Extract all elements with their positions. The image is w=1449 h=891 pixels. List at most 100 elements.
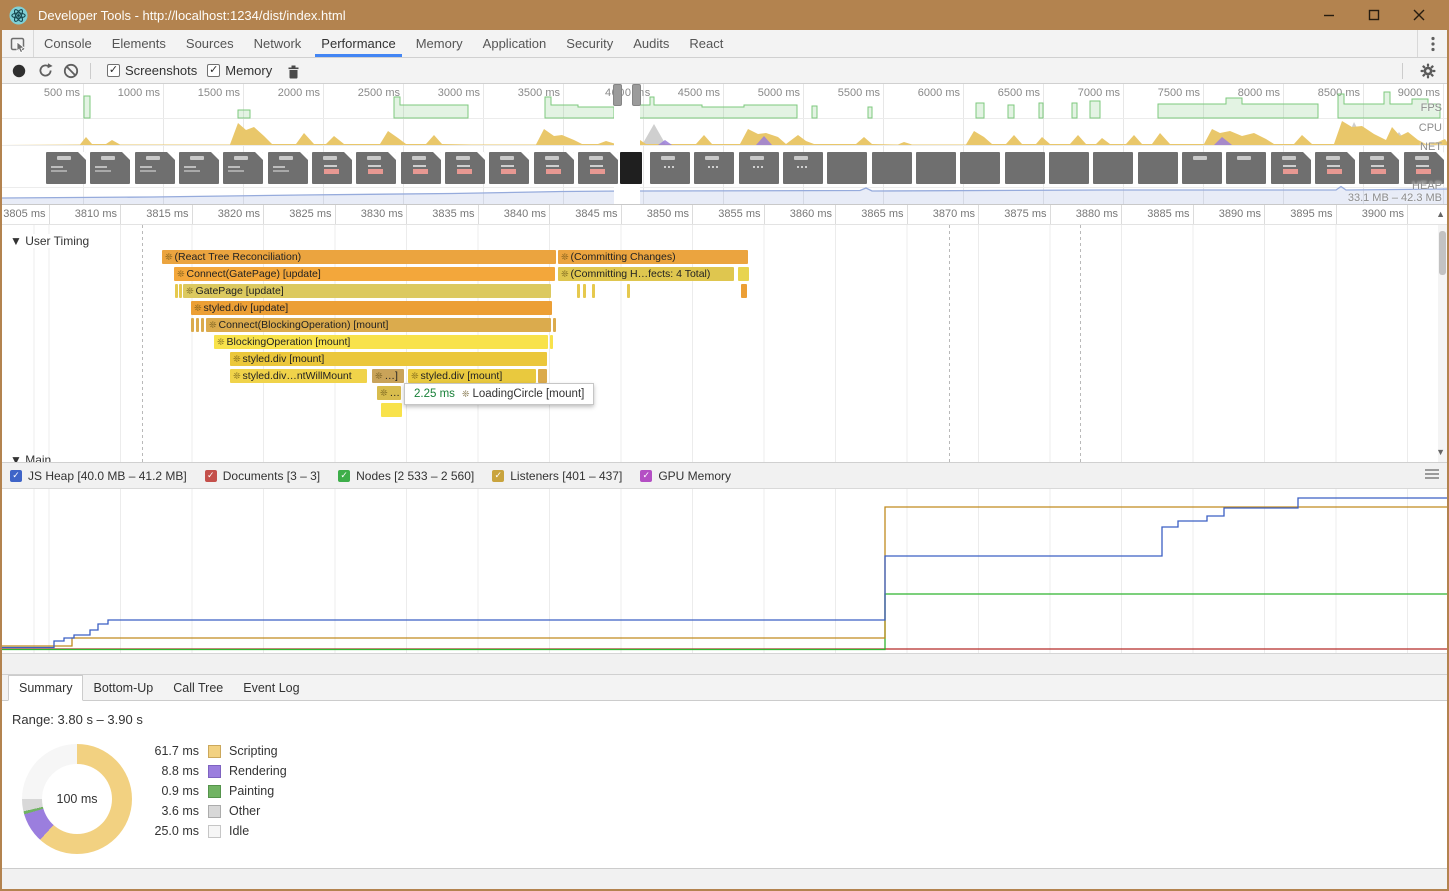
screenshot-thumbnail[interactable]: [872, 152, 912, 184]
screenshot-thumbnail[interactable]: [1226, 152, 1266, 184]
counter-toggle-documents[interactable]: ✓Documents [3 – 3]: [205, 469, 320, 483]
flame-bar[interactable]: ❊Connect(GatePage) [update]: [174, 267, 555, 281]
screenshot-thumbnail[interactable]: [356, 152, 396, 184]
screenshot-thumbnail[interactable]: [534, 152, 574, 184]
clear-button[interactable]: [58, 59, 84, 83]
flame-bar[interactable]: ❊styled.div…ntWillMount: [230, 369, 367, 383]
screenshot-thumbnail[interactable]: [1271, 152, 1311, 184]
counter-toggle-gpu[interactable]: ✓GPU Memory: [640, 469, 731, 483]
flame-bar[interactable]: ❊(React Tree Reconciliation): [162, 250, 556, 264]
screenshot-thumbnail[interactable]: [1138, 152, 1178, 184]
scroll-up-arrow[interactable]: ▲: [1436, 209, 1445, 219]
flame-bar[interactable]: ❊(Committing Changes): [558, 250, 748, 264]
screenshot-thumbnail[interactable]: [578, 152, 618, 184]
gear-icon[interactable]: [1415, 59, 1441, 83]
flame-bar[interactable]: ❊styled.div [update]: [191, 301, 552, 315]
devtools-menu-icon[interactable]: [1417, 30, 1447, 57]
screenshot-thumbnail[interactable]: [694, 152, 734, 184]
flamechart[interactable]: ▼ User Timing ❊(React Tree Reconciliatio…: [2, 225, 1447, 462]
screenshot-thumbnail[interactable]: [1182, 152, 1222, 184]
screenshot-thumbnail[interactable]: [827, 152, 867, 184]
detail-tab-bottom-up[interactable]: Bottom-Up: [83, 675, 163, 700]
trash-icon[interactable]: [280, 59, 306, 83]
counter-toggle-js[interactable]: ✓JS Heap [40.0 MB – 41.2 MB]: [10, 469, 187, 483]
flame-bar-sliver[interactable]: [175, 284, 178, 298]
screenshot-thumbnail[interactable]: [739, 152, 779, 184]
tab-network[interactable]: Network: [244, 30, 312, 57]
screenshot-thumbnail[interactable]: [223, 152, 263, 184]
record-button[interactable]: [6, 59, 32, 83]
maximize-button[interactable]: [1351, 0, 1396, 30]
tab-memory[interactable]: Memory: [406, 30, 473, 57]
scroll-down-arrow[interactable]: ▼: [1436, 447, 1445, 457]
flame-bar-sliver[interactable]: [201, 318, 204, 332]
flame-bar[interactable]: ❊styled.div [mount]: [230, 352, 547, 366]
screenshot-thumbnail[interactable]: [179, 152, 219, 184]
user-timing-section-header[interactable]: ▼ User Timing: [10, 234, 95, 248]
inspect-element-icon[interactable]: [2, 30, 34, 57]
screenshot-thumbnail[interactable]: [90, 152, 130, 184]
main-section-header[interactable]: ▼ Main: [10, 453, 51, 462]
tab-elements[interactable]: Elements: [102, 30, 176, 57]
screenshot-thumbnail[interactable]: [1093, 152, 1133, 184]
flamechart-ruler[interactable]: 3805 ms3810 ms3815 ms3820 ms3825 ms3830 …: [2, 205, 1447, 225]
flame-bar[interactable]: ❊GatePage [update]: [183, 284, 551, 298]
flame-bar-sliver[interactable]: [738, 267, 749, 281]
screenshot-thumbnail[interactable]: [1049, 152, 1089, 184]
flame-bar[interactable]: ❊…: [377, 386, 401, 400]
counter-checkbox[interactable]: ✓: [492, 470, 504, 482]
flame-bar[interactable]: ❊(Committing H…fects: 4 Total): [558, 267, 734, 281]
selection-right-handle[interactable]: [632, 84, 641, 106]
screenshot-thumbnail[interactable]: [916, 152, 956, 184]
screenshot-thumbnail[interactable]: [401, 152, 441, 184]
flame-bar-sliver[interactable]: [196, 318, 199, 332]
detail-tab-event-log[interactable]: Event Log: [233, 675, 309, 700]
flame-bar-sliver[interactable]: [627, 284, 630, 298]
screenshot-thumbnail[interactable]: [1005, 152, 1045, 184]
memory-checkbox[interactable]: ✓ Memory: [207, 63, 272, 78]
tab-console[interactable]: Console: [34, 30, 102, 57]
counter-toggle-nodes[interactable]: ✓Nodes [2 533 – 2 560]: [338, 469, 474, 483]
memory-chart[interactable]: [2, 489, 1447, 654]
counter-toggle-listeners[interactable]: ✓Listeners [401 – 437]: [492, 469, 622, 483]
selection-left-handle[interactable]: [613, 84, 622, 106]
flame-bar-sliver[interactable]: [538, 369, 547, 383]
screenshot-thumbnail[interactable]: [312, 152, 352, 184]
screenshot-thumbnail[interactable]: [960, 152, 1000, 184]
minimize-button[interactable]: [1306, 0, 1351, 30]
screenshot-thumbnail[interactable]: [650, 152, 690, 184]
tab-application[interactable]: Application: [473, 30, 557, 57]
screenshot-thumbnail[interactable]: [1359, 152, 1399, 184]
flame-bar[interactable]: ❊…]: [372, 369, 404, 383]
flame-scrollbar-thumb[interactable]: [1439, 231, 1446, 275]
screenshot-thumbnail[interactable]: [445, 152, 485, 184]
detail-tab-summary[interactable]: Summary: [8, 675, 83, 701]
reload-and-profile-button[interactable]: [32, 59, 58, 83]
screenshot-thumbnail[interactable]: [783, 152, 823, 184]
memory-checkbox-box[interactable]: ✓: [207, 64, 220, 77]
flame-bar[interactable]: ❊BlockingOperation [mount]: [214, 335, 548, 349]
screenshot-thumbnail[interactable]: [268, 152, 308, 184]
tab-audits[interactable]: Audits: [623, 30, 679, 57]
screenshot-thumbnail[interactable]: [46, 152, 86, 184]
detail-tab-call-tree[interactable]: Call Tree: [163, 675, 233, 700]
counter-checkbox[interactable]: ✓: [205, 470, 217, 482]
screenshots-checkbox[interactable]: ✓ Screenshots: [107, 63, 197, 78]
tab-sources[interactable]: Sources: [176, 30, 244, 57]
flame-bar[interactable]: ❊Connect(BlockingOperation) [mount]: [206, 318, 551, 332]
flame-bar[interactable]: ❊styled.div [mount]: [408, 369, 536, 383]
timeline-overview[interactable]: 500 ms1000 ms1500 ms2000 ms2500 ms3000 m…: [2, 84, 1447, 205]
flame-scrollbar[interactable]: [1438, 225, 1447, 462]
tab-performance[interactable]: Performance: [311, 30, 405, 57]
screenshot-thumbnail[interactable]: [1315, 152, 1355, 184]
flame-bar-sliver[interactable]: [592, 284, 595, 298]
flame-bar-sliver[interactable]: [550, 335, 553, 349]
screenshot-thumbnail[interactable]: [135, 152, 175, 184]
flame-bar-sliver[interactable]: [583, 284, 586, 298]
screenshots-checkbox-box[interactable]: ✓: [107, 64, 120, 77]
tab-security[interactable]: Security: [556, 30, 623, 57]
flame-bar-sliver[interactable]: [741, 284, 747, 298]
flame-bar-sliver[interactable]: [191, 318, 194, 332]
screenshot-thumbnail[interactable]: [620, 152, 642, 184]
tab-react[interactable]: React: [679, 30, 733, 57]
